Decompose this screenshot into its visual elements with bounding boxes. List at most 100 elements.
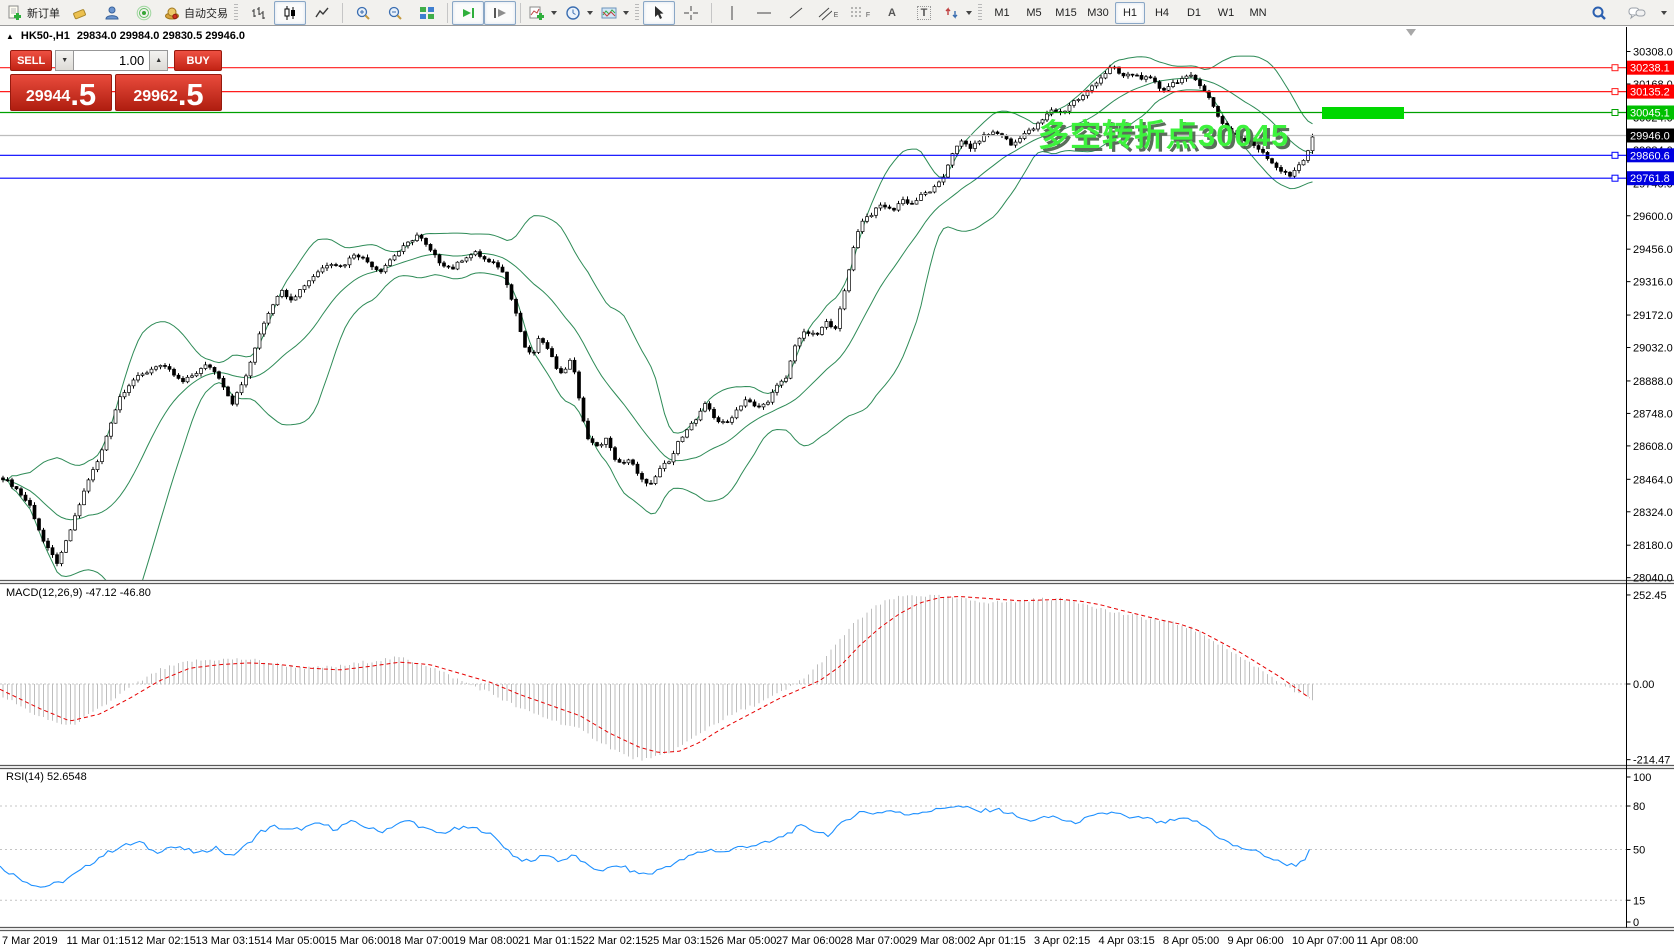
rsi-tick-label: 0 — [1633, 917, 1639, 929]
hline-handle[interactable] — [1612, 89, 1618, 95]
svg-text:29946.0: 29946.0 — [1630, 130, 1670, 142]
toolbar-grip[interactable] — [635, 4, 639, 22]
indicators-button[interactable] — [525, 1, 561, 25]
timeframe-m5-button[interactable]: M5 — [1019, 2, 1049, 24]
time-axis-label: 15 Mar 06:00 — [325, 935, 390, 947]
horizontal-line-button[interactable] — [748, 1, 780, 25]
volume-decrease-button[interactable]: ▼ — [55, 50, 74, 71]
search-button[interactable] — [1583, 1, 1615, 25]
bar-chart-icon — [250, 5, 266, 21]
timeframe-w1-button[interactable]: W1 — [1211, 2, 1241, 24]
vertical-line-button[interactable] — [716, 1, 748, 25]
profile-button[interactable] — [96, 1, 128, 25]
text-button[interactable]: A — [876, 1, 908, 25]
main-toolbar: 新订单 自动交易 — [0, 0, 1674, 26]
line-chart-button[interactable] — [306, 1, 338, 25]
bar-chart-button[interactable] — [242, 1, 274, 25]
toolbar-overflow-caret[interactable] — [1661, 11, 1667, 15]
chat-button[interactable] — [1621, 1, 1653, 25]
timeframe-h4-button[interactable]: H4 — [1147, 2, 1177, 24]
buy-price-main: 29962 — [133, 89, 178, 105]
toolbar-separator — [342, 3, 343, 23]
macd-tick-label: -214.47 — [1633, 755, 1670, 767]
price-tick-label: 29456.0 — [1633, 244, 1673, 256]
text-tool-letter: A — [888, 7, 896, 19]
chart-text-annotation[interactable]: 多空转折点30045 — [1038, 110, 1289, 155]
highlight-box[interactable] — [1322, 107, 1404, 119]
one-click-price-row: 29944.5 29962.5 — [10, 74, 222, 111]
chart-shift-button[interactable] — [484, 1, 516, 25]
timeframe-m30-button[interactable]: M30 — [1083, 2, 1113, 24]
price-tag: 30238.1 — [1627, 61, 1674, 75]
auto-trading-button[interactable]: 自动交易 — [160, 1, 232, 25]
trendline-button[interactable] — [780, 1, 812, 25]
tile-windows-button[interactable] — [411, 1, 443, 25]
toolbar-grip[interactable] — [234, 4, 238, 22]
text-label-letter: T — [917, 6, 932, 20]
price-tick-label: 29172.0 — [1633, 310, 1673, 322]
bollinger-lower — [3, 90, 1313, 600]
timeframe-d1-button[interactable]: D1 — [1179, 2, 1209, 24]
time-axis-label: 13 Mar 03:15 — [196, 935, 261, 947]
new-order-button[interactable]: 新订单 — [3, 1, 64, 25]
time-axis-label: 11 Apr 08:00 — [1357, 935, 1419, 947]
signal-icon — [136, 5, 152, 21]
price-tick-label: 30308.0 — [1633, 47, 1673, 59]
arrows-button[interactable] — [940, 1, 976, 25]
zoom-in-icon — [355, 5, 371, 21]
price-tick-label: 29032.0 — [1633, 343, 1673, 355]
sell-button[interactable]: SELL — [10, 50, 52, 71]
templates-button[interactable] — [597, 1, 633, 25]
buy-price-button[interactable]: 29962.5 — [115, 74, 222, 111]
macd-indicator-label: MACD(12,26,9) -47.12 -46.80 — [6, 587, 151, 599]
cursor-button[interactable] — [643, 1, 675, 25]
time-axis-label: 14 Mar 05:00 — [260, 935, 325, 947]
time-axis-label: 28 Mar 07:00 — [841, 935, 906, 947]
timeframe-m1-button[interactable]: M1 — [987, 2, 1017, 24]
hline-handle[interactable] — [1612, 110, 1618, 116]
toolbar-grip[interactable] — [978, 4, 982, 22]
timeframe-m15-button[interactable]: M15 — [1051, 2, 1081, 24]
chart-canvas[interactable]: 30308.030168.030024.029884.029740.029600… — [0, 0, 1674, 949]
price-tick-label: 28040.0 — [1633, 573, 1673, 585]
collapse-arrow-icon[interactable]: ▲ — [6, 32, 14, 41]
text-label-button[interactable]: T — [908, 1, 940, 25]
eraser-icon — [72, 5, 88, 21]
volume-increase-button[interactable]: ▲ — [149, 50, 168, 71]
chart-title: ▲ HK50-,H1 29834.0 29984.0 29830.5 29946… — [6, 30, 245, 42]
fibonacci-button[interactable]: F — [844, 1, 876, 25]
auto-scroll-button[interactable] — [452, 1, 484, 25]
svg-text:29761.8: 29761.8 — [1630, 173, 1670, 185]
rsi-tick-label: 80 — [1633, 801, 1645, 813]
time-axis-label: 22 Mar 02:15 — [583, 935, 648, 947]
timeframe-mn-button[interactable]: MN — [1243, 2, 1273, 24]
rsi-panel — [0, 806, 1626, 900]
svg-text:30238.1: 30238.1 — [1630, 63, 1670, 75]
ohlc-values: 29834.0 29984.0 29830.5 29946.0 — [77, 30, 245, 42]
buy-button[interactable]: BUY — [174, 50, 222, 71]
rsi-tick-label: 15 — [1633, 895, 1645, 907]
eraser-button[interactable] — [64, 1, 96, 25]
equidistant-channel-button[interactable]: E — [812, 1, 844, 25]
signal-button[interactable] — [128, 1, 160, 25]
timeframe-h1-button[interactable]: H1 — [1115, 2, 1145, 24]
time-axis-label: 27 Mar 06:00 — [776, 935, 841, 947]
toolbar-separator — [711, 3, 712, 23]
hline-handle[interactable] — [1612, 65, 1618, 71]
time-axis-label: 7 Mar 2019 — [2, 935, 58, 947]
time-axis-label: 29 Mar 08:00 — [905, 935, 970, 947]
price-tag: 29860.6 — [1627, 148, 1674, 162]
time-axis-label: 21 Mar 01:15 — [518, 935, 583, 947]
periods-button[interactable] — [561, 1, 597, 25]
sell-price-button[interactable]: 29944.5 — [10, 74, 112, 111]
search-icon — [1591, 5, 1607, 21]
candlestick-chart-button[interactable] — [274, 1, 306, 25]
zoom-in-button[interactable] — [347, 1, 379, 25]
hline-handle[interactable] — [1612, 175, 1618, 181]
chart-shift-marker[interactable] — [1406, 29, 1416, 36]
zoom-out-button[interactable] — [379, 1, 411, 25]
hline-handle[interactable] — [1612, 152, 1618, 158]
channel-letter: E — [834, 12, 839, 19]
volume-input[interactable]: 1.00 — [74, 50, 149, 71]
crosshair-button[interactable] — [675, 1, 707, 25]
